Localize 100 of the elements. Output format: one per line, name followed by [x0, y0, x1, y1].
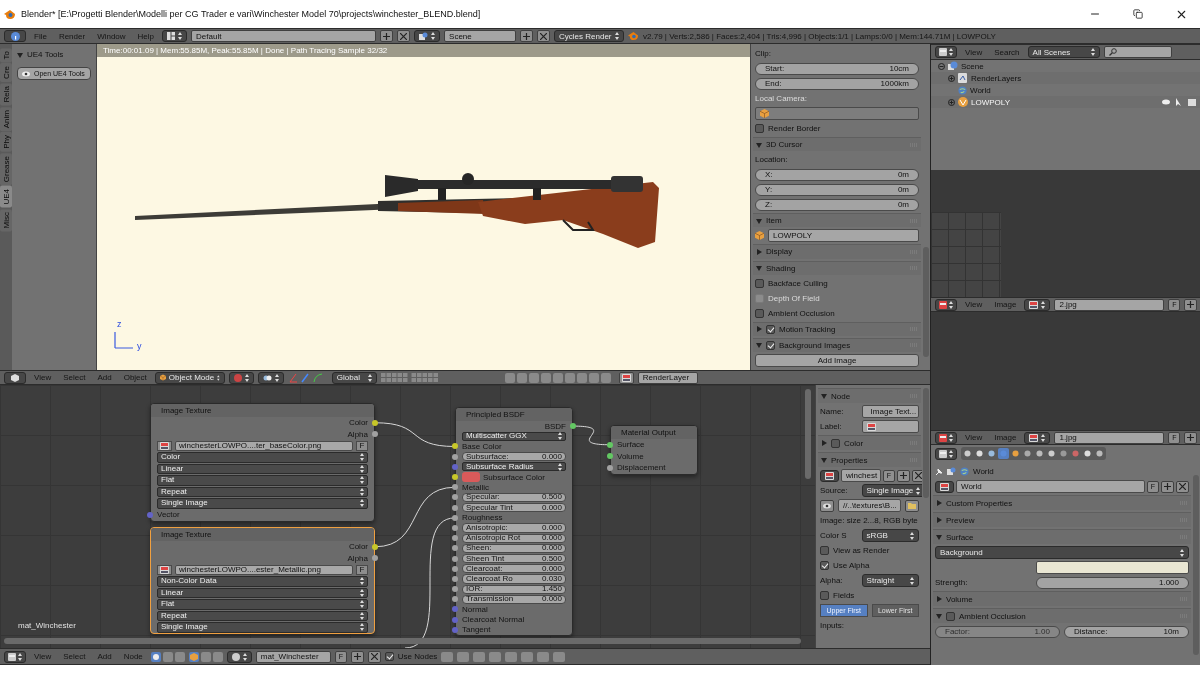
collapsed-triangle-icon[interactable]	[756, 326, 762, 333]
panel-header[interactable]: Display	[753, 244, 921, 259]
add-button[interactable]	[520, 30, 534, 42]
node-dropdown[interactable]: Non-Color Data	[157, 576, 368, 587]
editor-type-button[interactable]	[4, 30, 26, 42]
node-dropdown[interactable]: Single Image	[157, 622, 368, 633]
mode-dropdown[interactable]: Object Mode	[154, 371, 225, 384]
socket-dot[interactable]	[372, 555, 378, 562]
node-dropdown[interactable]: Flat	[157, 599, 368, 610]
close-button[interactable]	[1176, 480, 1189, 493]
expanded-triangle-icon[interactable]	[17, 51, 23, 58]
expanded-triangle-icon[interactable]	[936, 613, 942, 619]
fake-user-button[interactable]: F	[356, 440, 368, 451]
editor-type-button[interactable]	[935, 431, 957, 444]
file-path-field[interactable]: //..\textures\B...	[838, 499, 901, 512]
node-slider[interactable]: Clearcoat Ro 0.030	[462, 574, 566, 584]
socket-dot[interactable]	[147, 511, 153, 518]
socket-dot[interactable]	[452, 626, 458, 633]
datablock-field[interactable]: winchest	[841, 469, 881, 482]
outliner-item[interactable]: World	[970, 85, 991, 95]
socket-dot[interactable]	[452, 514, 458, 521]
vertical-scrollbar[interactable]	[805, 389, 811, 479]
socket-dot[interactable]	[452, 586, 458, 593]
shading-dropdown[interactable]	[228, 371, 254, 384]
socket-dot[interactable]	[452, 616, 458, 623]
dropdown[interactable]: Background	[935, 546, 1189, 559]
text-field[interactable]: Image Text...	[861, 405, 919, 418]
render-layer-icon-button[interactable]	[618, 371, 634, 384]
checkbox[interactable]	[831, 438, 840, 448]
node-slider[interactable]: Sheen Tint 0.500	[462, 553, 566, 564]
node-dropdown[interactable]: Flat	[157, 475, 368, 486]
number-field[interactable]: Z: 0m	[755, 198, 919, 211]
expanded-triangle-icon[interactable]	[756, 217, 762, 224]
camera-picker-field[interactable]	[755, 107, 919, 120]
socket-dot[interactable]	[452, 606, 458, 613]
checkbox[interactable]	[766, 324, 775, 334]
outliner-item[interactable]: RenderLayers	[971, 73, 1022, 83]
node-slider[interactable]: Specular: 0.500	[462, 492, 566, 502]
context-tab[interactable]	[986, 448, 997, 459]
expand-icon[interactable]	[948, 74, 955, 82]
color-swatch[interactable]	[1035, 561, 1189, 574]
close-button[interactable]	[397, 30, 411, 42]
shader-node[interactable]	[455, 407, 573, 636]
browse-image-button[interactable]	[1024, 298, 1051, 311]
socket-dot[interactable]	[452, 596, 458, 603]
editor-type-button[interactable]	[935, 298, 957, 311]
datablock-field[interactable]: World	[956, 480, 1145, 493]
add-button[interactable]	[897, 469, 910, 482]
panel-header[interactable]: Motion Tracking	[753, 321, 921, 336]
socket-dot[interactable]	[452, 474, 458, 481]
socket-dot[interactable]	[452, 443, 458, 450]
material-name-field[interactable]: mat_Winchester	[255, 650, 331, 663]
socket-dot[interactable]	[452, 555, 458, 562]
socket-dot[interactable]	[452, 575, 458, 582]
number-field[interactable]: Distance: 10m	[1064, 625, 1189, 638]
layout-browse-button[interactable]	[162, 30, 188, 42]
panel-header[interactable]: 3D Cursor	[753, 137, 921, 152]
color-swatch[interactable]	[462, 472, 480, 482]
collapsed-triangle-icon[interactable]	[936, 517, 942, 523]
collapsed-triangle-icon[interactable]	[756, 248, 762, 255]
node-dropdown[interactable]: Repeat	[157, 486, 368, 497]
editor-type-button[interactable]	[935, 46, 957, 58]
add-button[interactable]	[1184, 431, 1198, 444]
context-tab[interactable]	[1046, 448, 1057, 459]
expanded-triangle-icon[interactable]	[756, 141, 762, 148]
context-tab[interactable]	[1022, 448, 1033, 459]
socket-dot[interactable]	[607, 441, 613, 448]
socket-dot[interactable]	[372, 431, 378, 438]
outliner-item[interactable]: Scene	[961, 61, 984, 71]
node-slider[interactable]: Specular Tint 0.000	[462, 503, 566, 513]
number-field[interactable]: Start: 10cm	[755, 62, 919, 75]
image-name-field[interactable]: 1.jpg	[1054, 431, 1165, 444]
checkbox[interactable]	[820, 561, 829, 570]
checkbox[interactable]	[755, 124, 764, 133]
add-button[interactable]	[1161, 480, 1174, 493]
render-layer-field[interactable]: RenderLayer	[637, 371, 698, 384]
render-engine-dropdown[interactable]: Cycles Render	[554, 30, 625, 42]
socket-dot[interactable]	[452, 494, 458, 501]
editor-type-button[interactable]	[4, 371, 26, 384]
panel-header[interactable]: Custom Properties	[933, 495, 1191, 510]
node-slider[interactable]: Transmission 0.000	[462, 594, 566, 604]
expanded-triangle-icon[interactable]	[756, 265, 762, 272]
image-name-field[interactable]: 2.jpg	[1054, 298, 1165, 311]
pivot-dropdown[interactable]	[257, 371, 284, 384]
expanded-triangle-icon[interactable]	[756, 342, 762, 349]
add-image-button[interactable]: Add Image	[755, 354, 919, 368]
scene-name-field[interactable]: Scene	[444, 30, 517, 42]
node-dropdown[interactable]: Single Image	[157, 498, 368, 509]
socket-dot[interactable]	[570, 423, 576, 430]
node-dropdown[interactable]: Subsurface Radius	[462, 462, 566, 472]
checkbox[interactable]	[755, 308, 764, 318]
node-slider[interactable]: Sheen: 0.000	[462, 543, 566, 553]
search-field[interactable]	[1103, 46, 1172, 58]
socket-dot[interactable]	[452, 484, 458, 491]
layout-name-field[interactable]: Default	[191, 30, 377, 42]
editor-type-button[interactable]	[4, 650, 26, 663]
add-button[interactable]	[350, 650, 364, 663]
panel-header[interactable]: Preview	[933, 512, 1191, 527]
node-slider[interactable]: IOR: 1.450	[462, 584, 566, 594]
orientation-dropdown[interactable]: Global	[331, 371, 377, 384]
